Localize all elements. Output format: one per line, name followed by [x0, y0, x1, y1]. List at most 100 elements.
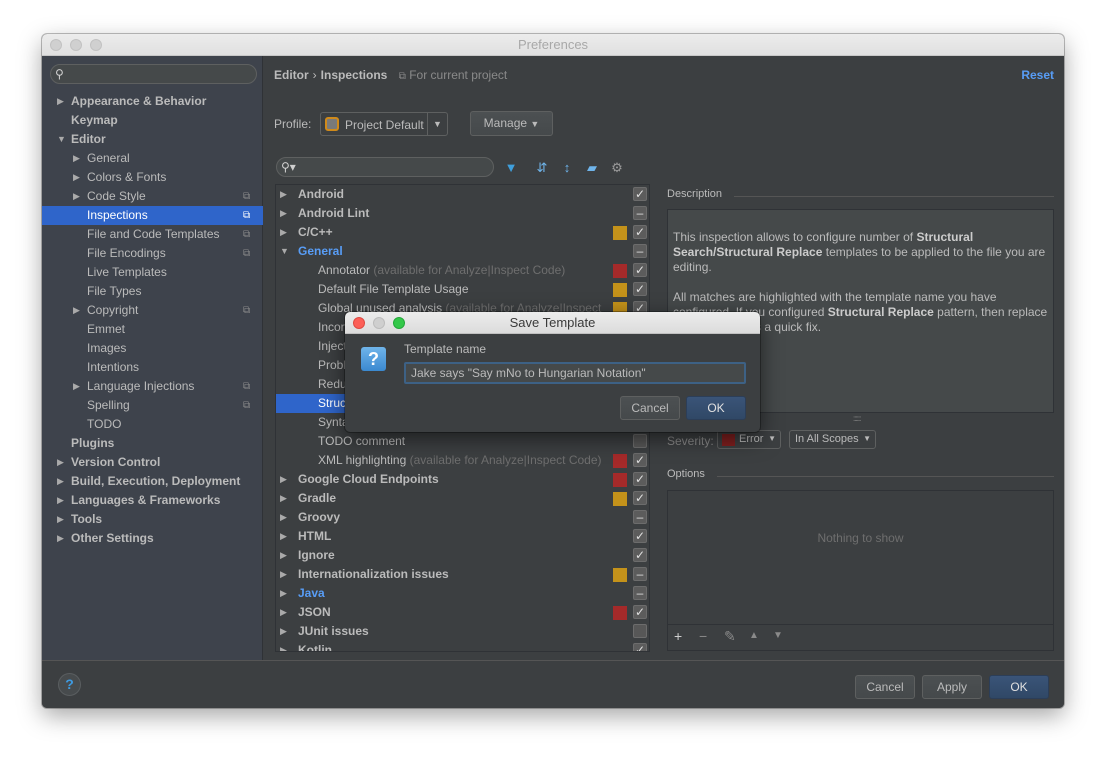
enabled-checkbox[interactable]: ✓ — [633, 605, 647, 619]
reset-to-empty-icon[interactable]: ▰ — [583, 159, 601, 177]
chevron-right-icon[interactable]: ▶ — [73, 301, 80, 320]
filter-icon[interactable]: ▼ — [502, 159, 520, 177]
zoom-dialog-button[interactable] — [393, 317, 405, 329]
sidebar-item[interactable]: ▶ Copyright ⧉ — [42, 301, 263, 320]
template-name-input[interactable] — [404, 362, 746, 384]
sidebar-item[interactable]: ▶ Version Control — [42, 453, 263, 472]
enabled-checkbox[interactable]: – — [633, 586, 647, 600]
chevron-right-icon[interactable]: ▶ — [280, 622, 287, 641]
severity-select[interactable]: Error ▼ — [717, 430, 781, 449]
inspection-row[interactable]: ▶ Gradle ✓ — [276, 489, 649, 508]
chevron-right-icon[interactable]: ▶ — [57, 529, 64, 548]
enabled-checkbox[interactable]: ✓ — [633, 453, 647, 467]
inspection-row[interactable]: ▶ C/C++ ✓ — [276, 223, 649, 242]
collapse-all-icon[interactable]: ↕ — [558, 159, 576, 177]
sidebar-item[interactable]: Inspections ⧉ — [42, 206, 263, 225]
sidebar-item[interactable]: ▶ Language Injections ⧉ — [42, 377, 263, 396]
enabled-checkbox[interactable] — [633, 434, 647, 448]
inspection-row[interactable]: ▶ Google Cloud Endpoints ✓ — [276, 470, 649, 489]
apply-button[interactable]: Apply — [922, 675, 982, 699]
sidebar-item[interactable]: Emmet — [42, 320, 263, 339]
chevron-right-icon[interactable]: ▶ — [73, 377, 80, 396]
chevron-right-icon[interactable]: ▶ — [73, 187, 80, 206]
chevron-right-icon[interactable]: ▶ — [280, 204, 287, 223]
chevron-right-icon[interactable]: ▶ — [280, 223, 287, 242]
chevron-right-icon[interactable]: ▶ — [280, 603, 287, 622]
inspection-row[interactable]: Annotator (available for Analyze|Inspect… — [276, 261, 649, 280]
dialog-cancel-button[interactable]: Cancel — [620, 396, 680, 420]
inspection-row[interactable]: ▶ Android ✓ — [276, 185, 649, 204]
sidebar-item[interactable]: ▶ Code Style ⧉ — [42, 187, 263, 206]
sidebar-item[interactable]: ▶ Colors & Fonts — [42, 168, 263, 187]
chevron-down-icon[interactable]: ▼ — [280, 242, 289, 261]
inspection-row[interactable]: Default File Template Usage ✓ — [276, 280, 649, 299]
close-dialog-button[interactable] — [353, 317, 365, 329]
chevron-right-icon[interactable]: ▶ — [280, 508, 287, 527]
inspection-row[interactable]: ▶ Android Lint – — [276, 204, 649, 223]
inspection-row[interactable]: ▶ Java – — [276, 584, 649, 603]
inspection-row[interactable]: ▶ Kotlin ✓ — [276, 641, 649, 651]
inspection-row[interactable]: ▶ JUnit issues — [276, 622, 649, 641]
enabled-checkbox[interactable]: ✓ — [633, 282, 647, 296]
inspection-row[interactable]: TODO comment — [276, 432, 649, 451]
move-down-icon[interactable]: ▼ — [773, 630, 783, 641]
chevron-right-icon[interactable]: ▶ — [280, 489, 287, 508]
sidebar-item[interactable]: ▶ Other Settings — [42, 529, 263, 548]
enabled-checkbox[interactable]: ✓ — [633, 643, 647, 651]
zoom-window-button[interactable] — [90, 39, 102, 51]
chevron-right-icon[interactable]: ▶ — [73, 168, 80, 187]
chevron-right-icon[interactable]: ▶ — [280, 584, 287, 603]
enabled-checkbox[interactable]: ✓ — [633, 491, 647, 505]
inspection-filter-input[interactable]: ⚲▾ — [276, 157, 494, 177]
chevron-right-icon[interactable]: ▶ — [280, 565, 287, 584]
chevron-right-icon[interactable]: ▶ — [280, 470, 287, 489]
sidebar-item[interactable]: Spelling ⧉ — [42, 396, 263, 415]
sidebar-item[interactable]: Images — [42, 339, 263, 358]
sidebar-item[interactable]: Live Templates — [42, 263, 263, 282]
enabled-checkbox[interactable]: – — [633, 567, 647, 581]
sidebar-item[interactable]: File Types — [42, 282, 263, 301]
enabled-checkbox[interactable]: ✓ — [633, 187, 647, 201]
minimize-window-button[interactable] — [70, 39, 82, 51]
inspection-row[interactable]: ▶ Ignore ✓ — [276, 546, 649, 565]
sidebar-item[interactable]: ▶ Appearance & Behavior — [42, 92, 263, 111]
cancel-button[interactable]: Cancel — [855, 675, 915, 699]
remove-icon[interactable]: − — [699, 628, 707, 644]
chevron-right-icon[interactable]: ▶ — [57, 510, 64, 529]
sidebar-item[interactable]: ▼ Editor — [42, 130, 263, 149]
help-button[interactable]: ? — [58, 673, 81, 696]
enabled-checkbox[interactable]: ✓ — [633, 263, 647, 277]
enabled-checkbox[interactable]: – — [633, 244, 647, 258]
inspection-row[interactable]: ▼ General – — [276, 242, 649, 261]
add-icon[interactable]: + — [674, 628, 682, 644]
sidebar-item[interactable]: Intentions — [42, 358, 263, 377]
sidebar-item[interactable]: Plugins — [42, 434, 263, 453]
chevron-right-icon[interactable]: ▶ — [57, 453, 64, 472]
gear-icon[interactable]: ⚙ — [608, 159, 626, 177]
chevron-right-icon[interactable]: ▶ — [73, 149, 80, 168]
chevron-right-icon[interactable]: ▶ — [280, 185, 287, 204]
enabled-checkbox[interactable]: ✓ — [633, 529, 647, 543]
profile-select[interactable]: Project Default ▼ — [320, 112, 448, 136]
inspection-row[interactable]: XML highlighting (available for Analyze|… — [276, 451, 649, 470]
chevron-right-icon[interactable]: ▶ — [280, 527, 287, 546]
sidebar-item[interactable]: Keymap — [42, 111, 263, 130]
enabled-checkbox[interactable]: ✓ — [633, 472, 647, 486]
close-window-button[interactable] — [50, 39, 62, 51]
move-up-icon[interactable]: ▲ — [749, 630, 759, 641]
settings-search-input[interactable]: ⚲ — [50, 64, 257, 84]
ok-button[interactable]: OK — [989, 675, 1049, 699]
chevron-right-icon[interactable]: ▶ — [57, 472, 64, 491]
sidebar-item[interactable]: File and Code Templates ⧉ — [42, 225, 263, 244]
enabled-checkbox[interactable]: – — [633, 510, 647, 524]
inspection-row[interactable]: ▶ Groovy – — [276, 508, 649, 527]
dialog-ok-button[interactable]: OK — [686, 396, 746, 420]
sidebar-item[interactable]: ▶ Tools — [42, 510, 263, 529]
enabled-checkbox[interactable]: ✓ — [633, 548, 647, 562]
sidebar-item[interactable]: ▶ Languages & Frameworks — [42, 491, 263, 510]
breadcrumb-editor[interactable]: Editor — [274, 68, 309, 82]
enabled-checkbox[interactable]: ✓ — [633, 225, 647, 239]
chevron-right-icon[interactable]: ▶ — [57, 92, 64, 111]
sidebar-item[interactable]: ▶ Build, Execution, Deployment — [42, 472, 263, 491]
chevron-right-icon[interactable]: ▶ — [280, 641, 287, 651]
